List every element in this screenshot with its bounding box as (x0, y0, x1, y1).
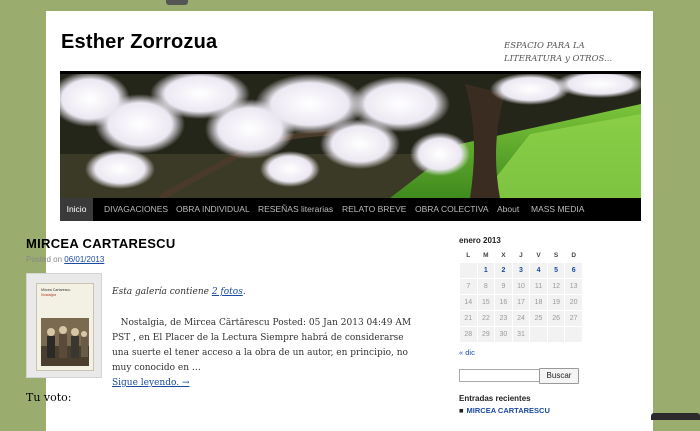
calendar-weekday: X (501, 252, 506, 259)
calendar-day: 25 (529, 310, 548, 327)
calendar-day[interactable]: 1 (476, 262, 496, 279)
site-description: ESPACIO PARA LA LITERATURA y OTROS... (504, 41, 613, 64)
post-date-link[interactable]: 06/01/2013 (64, 255, 104, 264)
recent-post-link[interactable]: MIRCEA CARTARESCU (467, 406, 550, 415)
calendar-day: 16 (494, 294, 513, 311)
calendar-day: 27 (564, 310, 583, 327)
book-title: Nostalgia (41, 293, 56, 297)
gallery-suffix: . (242, 287, 246, 297)
calendar-day: 12 (546, 278, 566, 295)
gallery-thumbnail[interactable]: Mircea Cartarescu Nostalgia (26, 273, 102, 378)
bottom-corner-tab (651, 413, 700, 420)
calendar-day: 29 (476, 326, 496, 343)
recent-post-item[interactable]: ■ MIRCEA CARTARESCU (459, 406, 550, 415)
calendar-weekday: L (466, 252, 471, 259)
calendar-day[interactable]: 4 (529, 262, 548, 279)
post-title[interactable]: MIRCEA CARTARESCU (26, 236, 176, 251)
posted-on-label: Posted on (26, 255, 65, 264)
recent-posts-list: ■ MIRCEA CARTARESCU (459, 406, 550, 415)
nav-item-inicio[interactable]: Inicio (60, 198, 93, 221)
calendar-day: 9 (494, 278, 513, 295)
recent-posts-title: Entradas recientes (459, 394, 531, 403)
site-title[interactable]: Esther Zorrozua (61, 31, 217, 54)
calendar-weekday: D (571, 252, 577, 259)
calendar-empty-cell (564, 326, 583, 343)
search-input[interactable] (459, 369, 542, 382)
calendar-day: 23 (494, 310, 513, 327)
calendar-day: 13 (564, 278, 583, 295)
calendar-day[interactable]: 6 (564, 262, 583, 279)
header-banner-image (60, 74, 641, 198)
calendar-day[interactable]: 3 (511, 262, 531, 279)
calendar-weekday: M (483, 252, 489, 259)
calendar-day: 11 (529, 278, 548, 295)
calendar-day: 15 (476, 294, 496, 311)
top-bar-handle (166, 0, 188, 5)
search-button[interactable]: Buscar (539, 368, 579, 384)
nav-item-resenas[interactable]: RESEÑAS literarias (258, 198, 333, 221)
gallery-notice: Esta galería contiene 2 fotos. (112, 285, 246, 300)
book-cover-photo (41, 318, 89, 366)
calendar-day: 28 (459, 326, 478, 343)
calendar-day: 18 (529, 294, 548, 311)
calendar-caption: enero 2013 (459, 236, 501, 245)
calendar-day: 10 (511, 278, 531, 295)
calendar-day: 20 (564, 294, 583, 311)
calendar-day: 14 (459, 294, 478, 311)
calendar-weekday: S (553, 252, 559, 259)
nav-item-mass-media[interactable]: MASS MEDIA (531, 198, 584, 221)
calendar-day: 21 (459, 310, 478, 327)
calendar-day[interactable]: 5 (546, 262, 566, 279)
calendar-day: 24 (511, 310, 531, 327)
nav-item-obra-colectiva[interactable]: OBRA COLECTIVA (415, 198, 489, 221)
calendar-day: 7 (459, 278, 478, 295)
calendar-day: 19 (546, 294, 566, 311)
main-navigation: Inicio DIVAGACIONES OBRA INDIVIDUAL RESE… (60, 198, 641, 221)
excerpt-text: Nostalgia, de Mircea Cărtărescu Posted: … (112, 318, 412, 373)
post-meta: Posted on 06/01/2013 (26, 255, 104, 264)
calendar-day: 8 (476, 278, 496, 295)
calendar-day: 30 (494, 326, 513, 343)
calendar-weekday: J (519, 252, 523, 259)
gallery-prefix: Esta galería contiene (112, 287, 212, 297)
book-author: Mircea Cartarescu (41, 288, 71, 292)
calendar-empty-cell (546, 326, 566, 343)
calendar-day[interactable]: 2 (494, 262, 513, 279)
calendar-weekday: V (536, 252, 541, 259)
read-more-link[interactable]: Sigue leyendo. → (112, 378, 189, 388)
calendar-empty-cell (529, 326, 548, 343)
bullet-icon: ■ (459, 406, 464, 415)
calendar-widget: LMXJVSD 1 2 3 4 5 6 7 8 9 10 11 12 13 14 15 16 17 18 19 20 2… (459, 249, 583, 343)
calendar-prev-month-link[interactable]: « dic (459, 348, 475, 357)
nav-item-obra-individual[interactable]: OBRA INDIVIDUAL (176, 198, 250, 221)
book-cover-image: Mircea Cartarescu Nostalgia (36, 283, 94, 371)
calendar-empty-cell (459, 262, 478, 279)
nav-item-divagaciones[interactable]: DIVAGACIONES (104, 198, 168, 221)
gallery-photos-link[interactable]: 2 fotos (212, 287, 243, 297)
calendar-day: 26 (546, 310, 566, 327)
post-excerpt: Nostalgia, de Mircea Cărtărescu Posted: … (112, 316, 422, 391)
calendar-day: 31 (511, 326, 531, 343)
rating-label: Tu voto: (26, 391, 72, 404)
nav-item-relato-breve[interactable]: RELATO BREVE (342, 198, 406, 221)
nav-item-about[interactable]: About (497, 198, 519, 221)
calendar-day: 17 (511, 294, 531, 311)
calendar-day: 22 (476, 310, 496, 327)
